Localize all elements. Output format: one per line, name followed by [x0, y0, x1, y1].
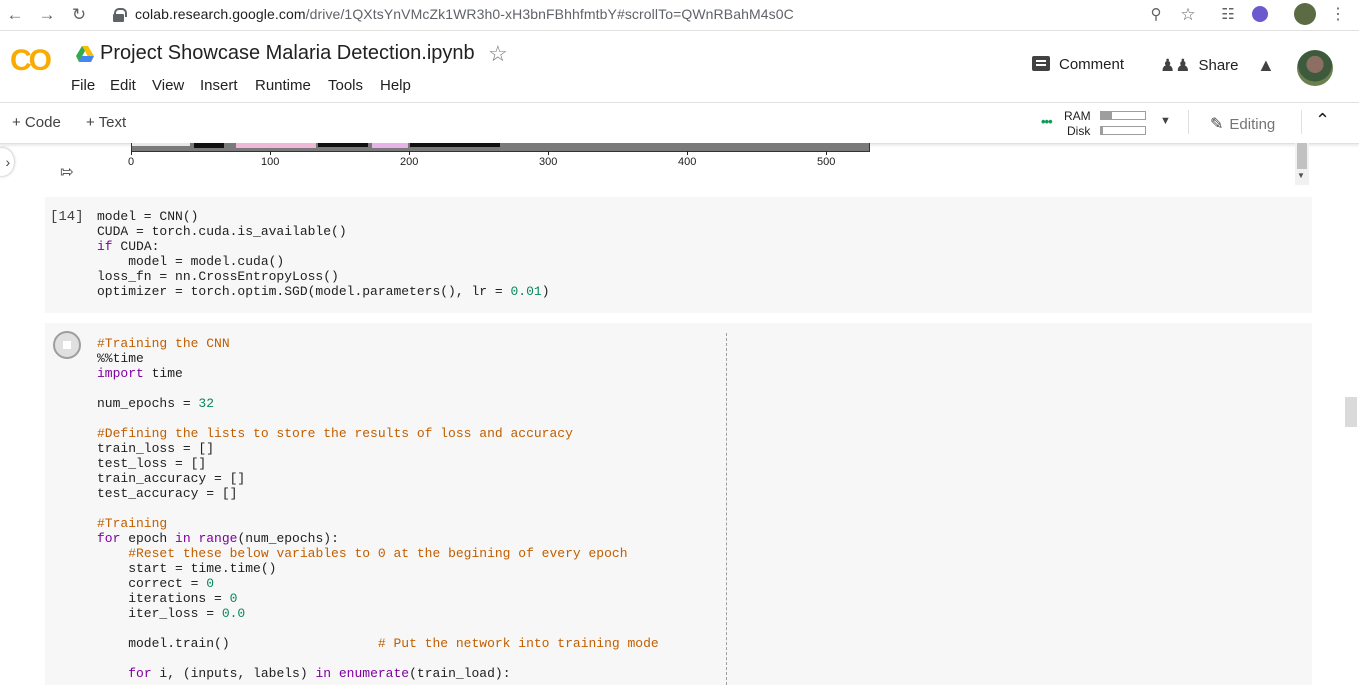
add-code-button[interactable]: + Code [12, 114, 61, 131]
bookmark-star-icon[interactable]: ☆ [1178, 5, 1198, 25]
execution-count: [14] [50, 209, 84, 225]
image-tile [236, 143, 316, 148]
flask-icon[interactable]: ▲ [1257, 55, 1275, 76]
toolbar-divider [1301, 110, 1302, 134]
resources-dropdown-icon[interactable]: ▼ [1160, 115, 1171, 127]
url-text[interactable]: colab.research.google.com/drive/1QXtsYnV… [135, 6, 794, 22]
globe-extension-icon[interactable]: ☷ [1218, 5, 1238, 25]
menu-help[interactable]: Help [380, 77, 411, 94]
image-output [131, 143, 870, 152]
x-tick-label: 0 [128, 156, 135, 168]
x-tick-label: 300 [539, 156, 558, 168]
kebab-menu-icon[interactable]: ⋮ [1328, 5, 1348, 25]
code-editor[interactable]: #Training the CNN %%time import time num… [97, 336, 659, 681]
editing-label: Editing [1229, 116, 1276, 133]
x-tick [826, 151, 827, 155]
line-length-ruler [726, 333, 727, 685]
pencil-icon: ✎ [1210, 116, 1224, 133]
comment-label: Comment [1059, 56, 1125, 73]
x-tick [409, 151, 410, 155]
people-icon: ♟♟ [1160, 56, 1191, 75]
ram-label: RAM [1064, 109, 1091, 123]
share-button[interactable]: ♟♟ Share [1160, 56, 1239, 76]
google-drive-icon[interactable] [76, 46, 94, 62]
menu-file[interactable]: File [71, 77, 95, 94]
chevron-right-icon: › [5, 154, 14, 170]
x-tick-label: 200 [400, 156, 419, 168]
disk-label: Disk [1067, 124, 1091, 138]
image-tile [132, 143, 190, 146]
x-tick [687, 151, 688, 155]
url-host: colab.research.google.com [135, 6, 306, 22]
menu-tools[interactable]: Tools [328, 77, 363, 94]
notebook-title[interactable]: Project Showcase Malaria Detection.ipynb [100, 42, 475, 65]
x-tick [270, 151, 271, 155]
x-tick-label: 100 [261, 156, 280, 168]
x-tick-label: 500 [817, 156, 836, 168]
ram-meter[interactable] [1100, 111, 1146, 120]
zoom-icon[interactable]: ⚲ [1146, 5, 1166, 25]
lock-icon-body [113, 14, 124, 22]
menu-runtime[interactable]: Runtime [255, 77, 311, 94]
notebook-toolbar [0, 102, 1359, 144]
toolbar-divider [1188, 110, 1189, 134]
code-editor[interactable]: model = CNN() CUDA = torch.cuda.is_avail… [97, 209, 550, 299]
menu-edit[interactable]: Edit [110, 77, 136, 94]
editing-mode-button[interactable]: ✎ Editing [1210, 114, 1275, 134]
share-label: Share [1198, 57, 1239, 74]
image-tile [410, 143, 500, 147]
forward-icon[interactable]: → [36, 4, 58, 26]
stop-icon [63, 341, 71, 349]
image-tile [318, 143, 368, 147]
back-icon[interactable]: ← [4, 4, 26, 26]
menu-view[interactable]: View [152, 77, 184, 94]
side-panel-toggle[interactable]: › [0, 148, 14, 176]
disk-meter-fill [1101, 127, 1104, 134]
disk-meter[interactable] [1100, 126, 1146, 135]
code-cell[interactable]: [14] model = CNN() CUDA = torch.cuda.is_… [45, 197, 1312, 313]
output-action-icon[interactable]: ⇰ [60, 162, 73, 182]
reload-icon[interactable]: ↻ [68, 4, 90, 26]
add-text-button[interactable]: + Text [86, 114, 126, 131]
scroll-down-arrow-icon[interactable]: ▼ [1297, 171, 1305, 180]
user-avatar[interactable] [1297, 50, 1333, 86]
x-tick-label: 400 [678, 156, 697, 168]
url-path: /drive/1QXtsYnVMcZk1WR3h0-xH3bnFBhhfmtbY… [305, 6, 794, 22]
profile-avatar-icon[interactable] [1294, 3, 1316, 25]
comment-icon [1032, 56, 1050, 71]
x-tick [131, 151, 132, 155]
collapse-header-icon[interactable]: ⌃ [1315, 110, 1330, 131]
ws-extension-icon[interactable] [1252, 6, 1268, 22]
ram-meter-fill [1101, 112, 1112, 119]
output-scrollbar-thumb[interactable] [1297, 143, 1307, 169]
runtime-status-icon: ••• [1041, 114, 1053, 129]
image-tile [372, 143, 408, 148]
code-cell[interactable]: #Training the CNN %%time import time num… [45, 323, 1312, 685]
x-tick [548, 151, 549, 155]
star-icon[interactable]: ☆ [488, 41, 508, 67]
comment-button[interactable]: Comment [1032, 56, 1124, 73]
image-tile [194, 143, 224, 148]
page-scrollbar-thumb[interactable] [1345, 397, 1357, 427]
menu-insert[interactable]: Insert [200, 77, 238, 94]
colab-logo[interactable]: CO [10, 44, 52, 78]
